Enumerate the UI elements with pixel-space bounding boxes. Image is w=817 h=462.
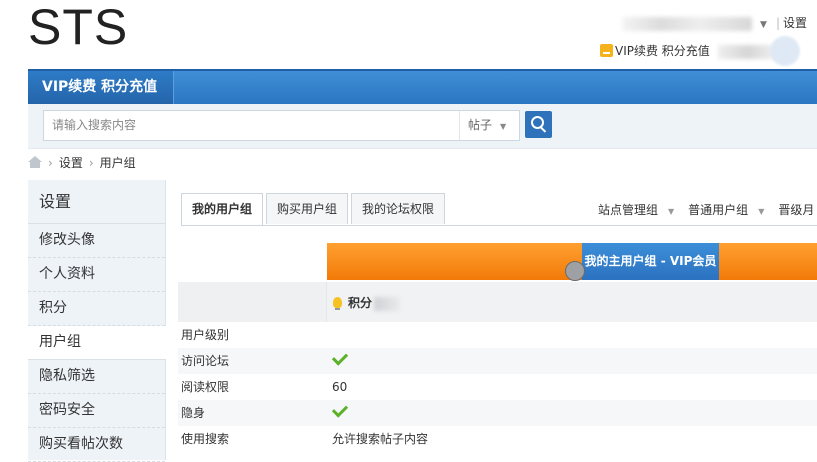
usergroup-tabs: 我的用户组 购买用户组 我的论坛权限 bbox=[181, 193, 448, 225]
sidebar-item-usergroup[interactable]: 用户组 bbox=[28, 326, 166, 360]
search-box: 帖子 ▼ bbox=[43, 110, 520, 141]
permission-value: 允许搜索帖子内容 bbox=[332, 432, 429, 446]
permission-value bbox=[331, 400, 349, 426]
sidebar-item-profile[interactable]: 个人资料 bbox=[28, 258, 165, 292]
sidebar-item-avatar[interactable]: 修改头像 bbox=[28, 224, 165, 258]
main-usergroup-label: 我的主用户组 - VIP会员 bbox=[582, 243, 719, 280]
avatar[interactable] bbox=[770, 36, 800, 66]
blurred-value bbox=[374, 296, 401, 311]
top-user-links: ▼ | 设置 bbox=[622, 14, 807, 31]
points-row-left-cell bbox=[178, 282, 327, 322]
breadcrumb-settings[interactable]: 设置 bbox=[59, 156, 83, 170]
group-link-normal[interactable]: 普通用户组 bbox=[688, 203, 748, 217]
divider: | bbox=[775, 16, 780, 30]
permission-value: 60 bbox=[332, 380, 348, 394]
permission-label: 隐身 bbox=[181, 406, 206, 420]
permission-label: 使用搜索 bbox=[181, 432, 230, 446]
home-icon[interactable] bbox=[28, 156, 42, 168]
sidebar-item-buy-views[interactable]: 购买看帖次数 bbox=[28, 428, 165, 462]
sidebar-item-points[interactable]: 积分 bbox=[28, 292, 165, 326]
settings-link[interactable]: 设置 bbox=[783, 16, 807, 30]
vip-icon bbox=[600, 44, 613, 57]
search-input[interactable] bbox=[44, 111, 465, 138]
points-label: 积分 bbox=[348, 296, 373, 310]
table-row: 使用搜索 允许搜索帖子内容 bbox=[178, 426, 817, 452]
permission-label: 阅读权限 bbox=[181, 380, 230, 394]
points-header: 积分 bbox=[333, 294, 401, 311]
vip-recharge-link[interactable]: VIP续费 积分充值 bbox=[600, 42, 778, 59]
breadcrumb-usergroup[interactable]: 用户组 bbox=[100, 156, 136, 170]
nav-item-vip[interactable]: VIP续费 积分充值 bbox=[28, 71, 175, 104]
check-icon bbox=[331, 401, 349, 418]
chevron-right-icon: › bbox=[88, 156, 94, 170]
permission-label: 用户级别 bbox=[181, 328, 230, 342]
blurred-link bbox=[717, 44, 778, 59]
permission-value bbox=[331, 348, 349, 374]
search-type-select[interactable]: 帖子 ▼ bbox=[459, 111, 519, 140]
chevron-down-icon[interactable]: ▼ bbox=[758, 207, 764, 216]
group-link-admin[interactable]: 站点管理组 bbox=[598, 203, 658, 217]
tab-buy-usergroup[interactable]: 购买用户组 bbox=[266, 193, 349, 224]
tab-my-usergroup[interactable]: 我的用户组 bbox=[181, 193, 264, 225]
check-icon bbox=[331, 349, 349, 366]
blurred-username bbox=[622, 16, 753, 31]
points-row: 积分 bbox=[178, 282, 817, 322]
sidebar-item-password[interactable]: 密码安全 bbox=[28, 394, 165, 428]
site-logo[interactable]: STS bbox=[28, 0, 128, 56]
table-row: 访问论坛 bbox=[178, 348, 817, 374]
lightbulb-icon bbox=[333, 297, 342, 310]
chevron-right-icon: › bbox=[48, 156, 53, 170]
search-type-label: 帖子 bbox=[468, 118, 493, 132]
chevron-down-icon: ▼ bbox=[500, 122, 507, 131]
tab-divider bbox=[181, 225, 817, 226]
table-row: 阅读权限 60 bbox=[178, 374, 817, 400]
cursor-indicator bbox=[565, 261, 585, 281]
table-row: 用户级别 bbox=[178, 322, 817, 348]
main-nav-bar: VIP续费 积分充值 bbox=[28, 69, 817, 104]
permissions-table: 用户级别 访问论坛 阅读权限 60 隐身 使用搜索 允许搜索帖子内容 bbox=[178, 322, 817, 452]
search-bar: 帖子 ▼ bbox=[28, 104, 817, 149]
group-link-promotion[interactable]: 晋级月 bbox=[778, 203, 814, 217]
sidebar-title: 设置 bbox=[28, 180, 165, 224]
table-row: 隐身 bbox=[178, 400, 817, 426]
tab-forum-permissions[interactable]: 我的论坛权限 bbox=[351, 193, 446, 224]
settings-sidebar: 设置 修改头像 个人资料 积分 用户组 隐私筛选 密码安全 购买看帖次数 bbox=[28, 180, 166, 462]
sidebar-item-privacy[interactable]: 隐私筛选 bbox=[28, 360, 165, 394]
chevron-down-icon[interactable]: ▼ bbox=[760, 20, 767, 30]
group-switch-links: 站点管理组 ▼ 普通用户组 ▼ 晋级月 bbox=[598, 201, 814, 218]
search-button[interactable] bbox=[525, 111, 552, 138]
chevron-down-icon[interactable]: ▼ bbox=[668, 207, 674, 216]
breadcrumb: › 设置 › 用户组 bbox=[28, 154, 136, 172]
vip-recharge-label: VIP续费 积分充值 bbox=[615, 44, 710, 58]
permission-label: 访问论坛 bbox=[181, 354, 230, 368]
